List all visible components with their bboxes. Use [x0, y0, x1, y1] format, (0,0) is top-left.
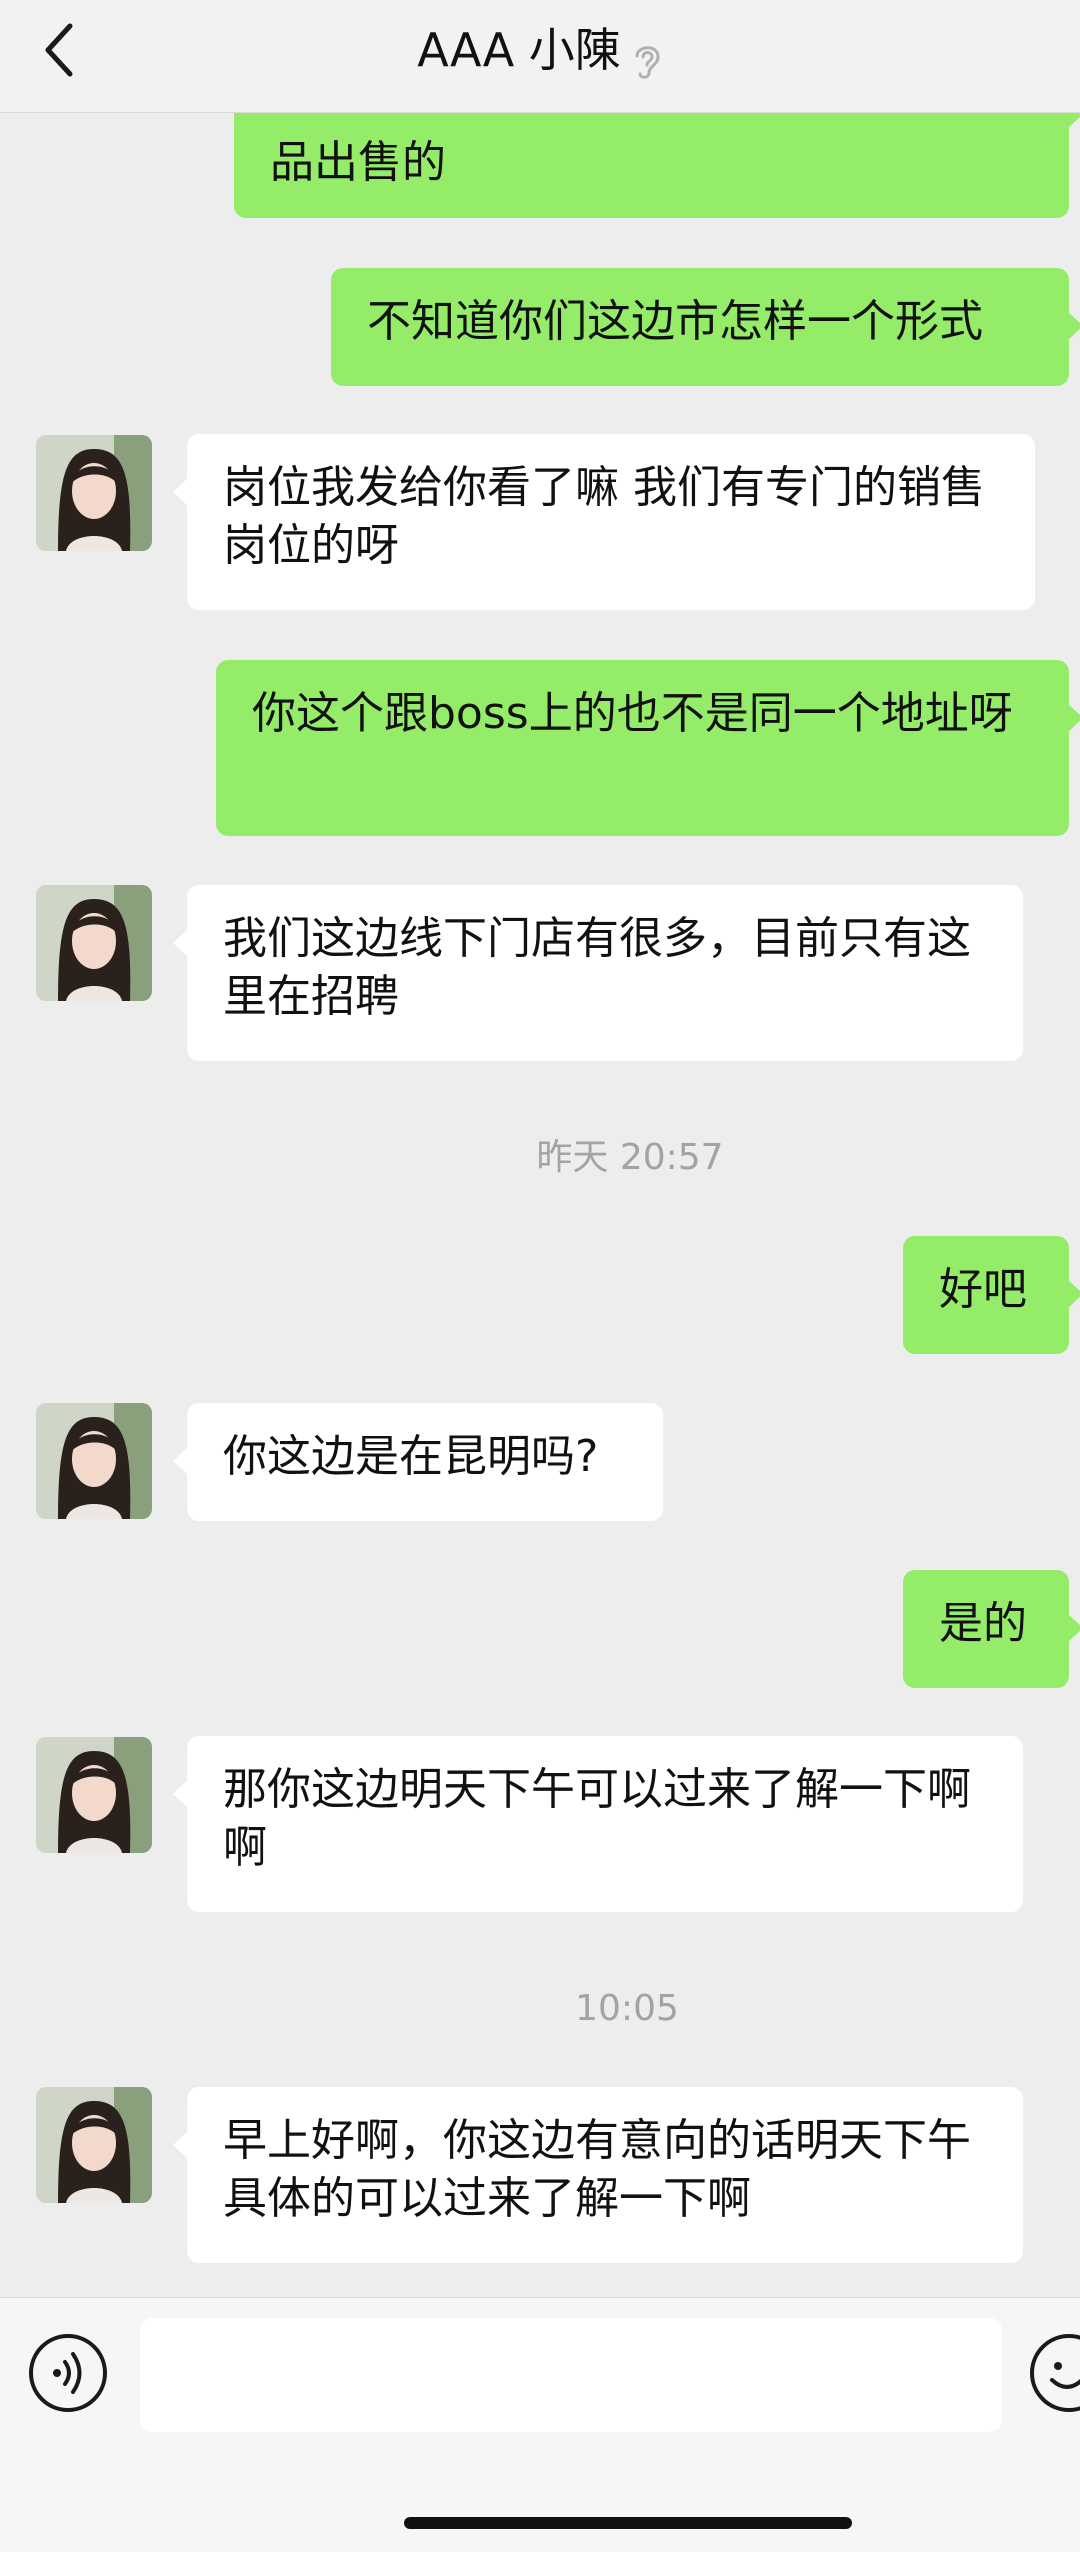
- message-bubble-incoming[interactable]: 岗位我发给你看了嘛 我们有专门的销售岗位的呀: [173, 434, 1035, 610]
- message-bubble-incoming[interactable]: 我们这边线下门店有很多，目前只有这里在招聘: [173, 885, 1023, 1061]
- contact-avatar[interactable]: [36, 435, 152, 551]
- message-timestamp: 昨天 20:57: [536, 1137, 724, 1178]
- message-text: 是的: [939, 1598, 1027, 1649]
- message-text: 岗位我发给你看了嘛 我们有专门的销售岗位的呀: [223, 462, 985, 571]
- message-text: 品出售的: [270, 137, 446, 188]
- contact-avatar[interactable]: [36, 885, 152, 1001]
- chat-title-wrap[interactable]: AAA 小陳: [0, 20, 1080, 80]
- contact-avatar[interactable]: [36, 2087, 152, 2203]
- message-text: 早上好啊，你这边有意向的话明天下午具体的可以过来了解一下啊: [223, 2115, 971, 2224]
- message-text: 你这边是在昆明吗?: [223, 1431, 599, 1482]
- message-timestamp: 10:05: [575, 1988, 679, 2029]
- message-bubble-incoming[interactable]: 那你这边明天下午可以过来了解一下啊啊: [173, 1736, 1023, 1912]
- home-indicator[interactable]: [404, 2517, 852, 2529]
- chat-header: AAA 小陳: [0, 0, 1080, 113]
- message-text: 好吧: [939, 1264, 1027, 1315]
- emoji-button[interactable]: [1030, 2334, 1080, 2412]
- contact-avatar[interactable]: [36, 1403, 152, 1519]
- chat-title: AAA 小陳: [417, 23, 621, 77]
- message-text: 那你这边明天下午可以过来了解一下啊啊: [223, 1764, 971, 1873]
- ear-icon: [631, 34, 663, 79]
- voice-button[interactable]: [29, 2334, 107, 2412]
- message-text: 我们这边线下门店有很多，目前只有这里在招聘: [223, 913, 971, 1022]
- message-bubble-outgoing[interactable]: 是的: [903, 1570, 1080, 1688]
- contact-avatar[interactable]: [36, 1737, 152, 1853]
- message-input[interactable]: [140, 2318, 1002, 2432]
- message-bubble-outgoing[interactable]: 你这个跟boss上的也不是同一个地址呀: [216, 660, 1080, 836]
- message-bubble-outgoing[interactable]: 不知道你们这边市怎样一个形式: [331, 268, 1080, 386]
- message-text: 你这个跟boss上的也不是同一个地址呀: [252, 688, 1013, 739]
- emoji-icon: [1050, 2362, 1080, 2389]
- message-bubble-incoming[interactable]: 你这边是在昆明吗?: [173, 1403, 663, 1521]
- message-bubble-incoming[interactable]: 早上好啊，你这边有意向的话明天下午具体的可以过来了解一下啊: [173, 2087, 1023, 2263]
- voice-icon: [53, 2352, 82, 2394]
- message-bubble-outgoing[interactable]: 好吧: [903, 1236, 1080, 1354]
- input-bar: [0, 2297, 1080, 2552]
- message-text: 不知道你们这边市怎样一个形式: [367, 296, 983, 347]
